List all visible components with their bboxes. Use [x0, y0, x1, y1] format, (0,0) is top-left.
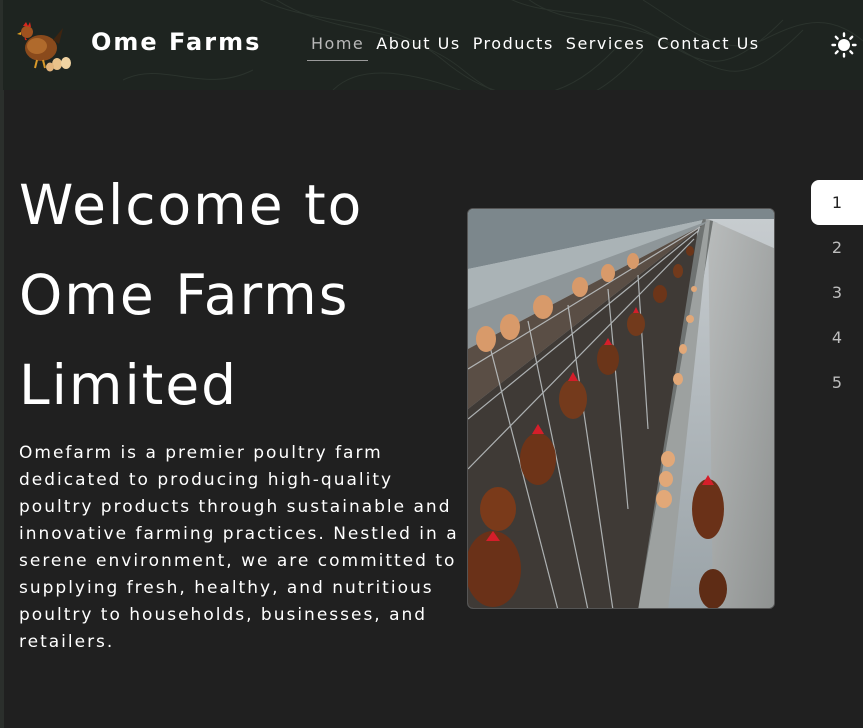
nav-home[interactable]: Home [307, 33, 369, 61]
page-button-1[interactable]: 1 [811, 180, 863, 225]
hero-description: Omefarm is a premier poultry farm dedica… [19, 443, 459, 652]
main-nav: Home About Us Products Services Contact … [307, 33, 768, 61]
slide-pager: 1 2 3 4 5 [811, 180, 863, 405]
brand-name[interactable]: Ome Farms [91, 28, 261, 56]
site-header: Ome Farms Home About Us Products Service… [0, 0, 863, 90]
page-button-2[interactable]: 2 [811, 225, 863, 270]
sun-icon[interactable] [831, 32, 857, 58]
poultry-cage-hens-eggs-photo [467, 208, 775, 609]
hero-title: Welcome to Ome Farms Limited [19, 173, 364, 417]
nav-about-us[interactable]: About Us [372, 33, 464, 60]
page-left-edge [0, 90, 4, 728]
nav-products[interactable]: Products [469, 33, 558, 60]
nav-contact-us[interactable]: Contact Us [653, 33, 763, 60]
page-button-4[interactable]: 4 [811, 315, 863, 360]
page-button-3[interactable]: 3 [811, 270, 863, 315]
nav-services[interactable]: Services [562, 33, 649, 60]
page-button-5[interactable]: 5 [811, 360, 863, 405]
hen-with-eggs-icon[interactable] [15, 18, 73, 72]
